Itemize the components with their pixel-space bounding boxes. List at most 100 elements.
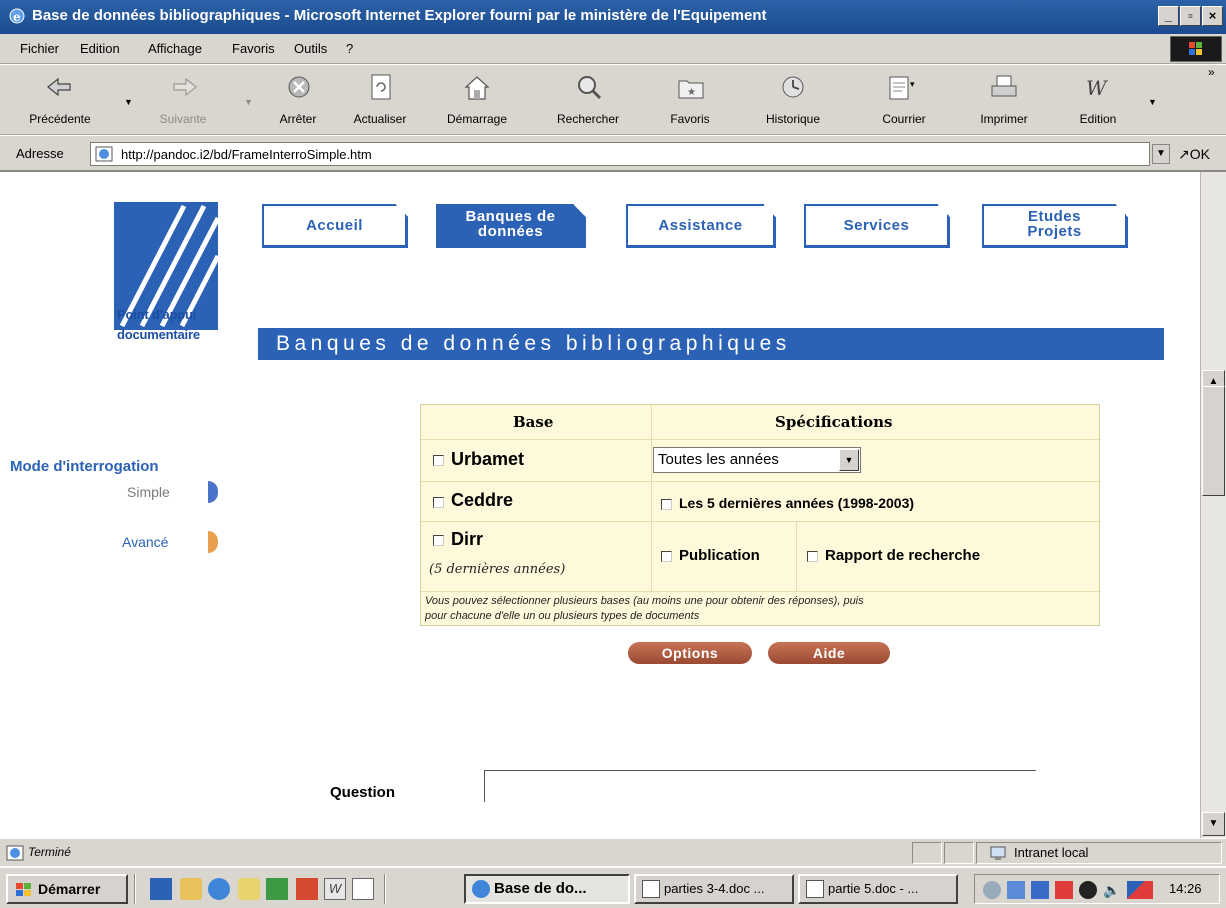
ceddre-checkbox[interactable] bbox=[433, 497, 444, 508]
quicklaunch-search-icon[interactable] bbox=[238, 878, 260, 900]
back-dropdown-icon[interactable]: ▼ bbox=[124, 97, 133, 107]
search-button[interactable]: Rechercher bbox=[532, 65, 644, 135]
system-tray: 🔈 14:26 bbox=[974, 874, 1220, 904]
table-divider bbox=[421, 481, 1101, 482]
svg-text:e: e bbox=[13, 10, 21, 24]
quicklaunch-ie-icon[interactable] bbox=[208, 878, 230, 900]
quicklaunch-pandoc-icon[interactable] bbox=[150, 878, 172, 900]
ceddre-last5-checkbox[interactable] bbox=[661, 499, 672, 510]
history-button[interactable]: Historique bbox=[738, 65, 848, 135]
rapport-recherche-label: Rapport de recherche bbox=[825, 547, 981, 564]
logo-text-line1: Point d'appui bbox=[117, 307, 197, 322]
svg-text:★: ★ bbox=[687, 87, 696, 98]
menu-edition[interactable]: Edition bbox=[80, 41, 120, 56]
options-button[interactable]: Options bbox=[628, 642, 752, 664]
chevron-down-icon[interactable]: ▼ bbox=[839, 449, 859, 471]
scroll-down-button[interactable]: ▼ bbox=[1202, 812, 1225, 836]
tab-banques-de-donnees[interactable]: Banques de données bbox=[436, 204, 586, 248]
table-divider bbox=[651, 405, 652, 591]
windows-taskbar: Démarrer W Base de do... parties 3-4.doc… bbox=[0, 866, 1226, 908]
stop-button[interactable]: Arrêter bbox=[262, 65, 334, 135]
edit-button[interactable]: W Edition bbox=[1056, 65, 1140, 135]
taskbar-separator bbox=[134, 874, 136, 904]
close-button[interactable]: × bbox=[1202, 6, 1223, 26]
tray-k-icon[interactable] bbox=[1127, 881, 1153, 899]
toolbar-overflow-chevron[interactable]: » bbox=[1208, 65, 1215, 79]
clock[interactable]: 14:26 bbox=[1169, 881, 1202, 896]
history-icon bbox=[782, 76, 804, 98]
volume-icon[interactable]: 🔈 bbox=[1103, 881, 1121, 899]
menu-fichier[interactable]: Fichier bbox=[20, 41, 59, 56]
question-label: Question bbox=[330, 784, 396, 801]
forward-dropdown-icon[interactable]: ▼ bbox=[244, 97, 253, 107]
window-title-bar[interactable]: e Base de données bibliographiques - Mic… bbox=[0, 0, 1226, 34]
menu-help[interactable]: ? bbox=[346, 41, 353, 56]
windows-flag-icon bbox=[1170, 36, 1222, 62]
urbamet-checkbox[interactable] bbox=[433, 455, 444, 466]
address-dropdown-button[interactable]: ▼ bbox=[1152, 144, 1170, 164]
mode-avance-link[interactable]: Avancé bbox=[122, 534, 168, 550]
ie-task-icon bbox=[472, 880, 490, 898]
mode-simple-link[interactable]: Simple bbox=[127, 484, 170, 500]
svg-text:W: W bbox=[1086, 76, 1108, 100]
table-divider bbox=[421, 591, 1101, 592]
vertical-scrollbar[interactable]: ▲ ▼ bbox=[1200, 172, 1226, 838]
refresh-button[interactable]: Actualiser bbox=[336, 65, 424, 135]
task-word-parties-3-4[interactable]: parties 3-4.doc ... bbox=[634, 874, 794, 904]
go-button[interactable]: ↗OK bbox=[1178, 146, 1210, 163]
rapport-recherche-checkbox[interactable] bbox=[807, 551, 818, 562]
mail-button[interactable]: ▾ Courrier bbox=[856, 65, 952, 135]
tab-services[interactable]: Services bbox=[804, 204, 950, 248]
dirr-checkbox[interactable] bbox=[433, 535, 444, 546]
tray-network-icon[interactable] bbox=[983, 881, 1001, 899]
windows-logo-icon bbox=[16, 883, 31, 896]
tab-assistance[interactable]: Assistance bbox=[626, 204, 776, 248]
menu-outils[interactable]: Outils bbox=[294, 41, 327, 56]
menu-bar: Fichier Edition Affichage Favoris Outils… bbox=[0, 34, 1226, 64]
forward-button[interactable]: Suivante bbox=[138, 65, 228, 135]
tray-monitor-icon[interactable] bbox=[1031, 881, 1049, 899]
status-panel bbox=[944, 842, 974, 864]
task-browser-window[interactable]: Base de do... bbox=[464, 874, 630, 904]
minimize-button[interactable]: _ bbox=[1158, 6, 1179, 26]
task-word-partie-5[interactable]: partie 5.doc - ... bbox=[798, 874, 958, 904]
edit-dropdown-icon[interactable]: ▼ bbox=[1148, 97, 1157, 107]
quicklaunch-doc-icon[interactable] bbox=[352, 878, 374, 900]
windows-logo-icon bbox=[1189, 42, 1202, 55]
word-icon: W bbox=[1086, 76, 1108, 100]
quicklaunch-powerpoint-icon[interactable] bbox=[296, 878, 318, 900]
menu-affichage[interactable]: Affichage bbox=[148, 41, 202, 56]
column-header-specifications: Spécifications bbox=[775, 413, 893, 431]
tray-ring-icon[interactable] bbox=[1079, 881, 1097, 899]
year-select[interactable]: Toutes les années ▼ bbox=[653, 447, 861, 473]
quicklaunch-excel-icon[interactable] bbox=[266, 878, 288, 900]
publication-checkbox[interactable] bbox=[661, 551, 672, 562]
print-button[interactable]: Imprimer bbox=[956, 65, 1052, 135]
back-button[interactable]: Précédente bbox=[12, 65, 108, 135]
quicklaunch-paint-icon[interactable] bbox=[180, 878, 202, 900]
question-input[interactable] bbox=[484, 770, 1036, 802]
status-text: Terminé bbox=[28, 845, 71, 859]
table-divider bbox=[421, 439, 1101, 440]
start-button[interactable]: Démarrer bbox=[6, 874, 128, 904]
tray-antivirus-icon[interactable] bbox=[1055, 881, 1073, 899]
tab-etudes-projets[interactable]: Etudes Projets bbox=[982, 204, 1128, 248]
status-bar: Terminé Intranet local bbox=[0, 838, 1226, 866]
tab-accueil[interactable]: Accueil bbox=[262, 204, 408, 248]
home-button[interactable]: Démarrage bbox=[426, 65, 528, 135]
aide-button[interactable]: Aide bbox=[768, 642, 890, 664]
scroll-thumb[interactable] bbox=[1202, 386, 1225, 496]
quicklaunch-word-icon[interactable]: W bbox=[324, 878, 346, 900]
address-input[interactable]: http://pandoc.i2/bd/FrameInterroSimple.h… bbox=[90, 142, 1150, 166]
menu-favoris[interactable]: Favoris bbox=[232, 41, 275, 56]
status-panel bbox=[912, 842, 942, 864]
favorites-button[interactable]: ★ Favoris bbox=[650, 65, 730, 135]
publication-label: Publication bbox=[679, 547, 760, 564]
forward-arrow-icon bbox=[173, 77, 197, 97]
window-title: Base de données bibliographiques - Micro… bbox=[32, 7, 767, 24]
address-label: Adresse bbox=[16, 146, 64, 161]
maximize-button[interactable]: ▫ bbox=[1180, 6, 1201, 26]
tray-app-icon[interactable] bbox=[1007, 881, 1025, 899]
word-doc-icon bbox=[642, 880, 660, 898]
home-icon bbox=[464, 76, 490, 100]
